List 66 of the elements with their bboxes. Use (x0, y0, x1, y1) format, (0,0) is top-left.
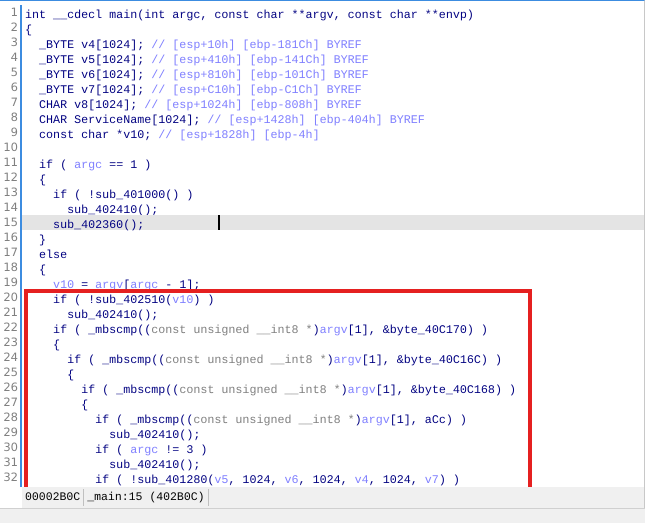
code-line: if ( _mbscmp((const unsigned __int8 *)argv[1], &byte_40C168) ) (80, 383, 516, 397)
line-number: 15 (2, 215, 19, 230)
line-number: 29 (2, 425, 19, 440)
line-number: 30 (2, 440, 19, 455)
line-number: 1 (10, 5, 19, 20)
code-line: CHAR v8[1024]; // [esp+1024h] [ebp-808h] BYREF (38, 98, 362, 112)
line-number: 5 (10, 65, 19, 80)
line-number: 18 (2, 260, 19, 275)
text-cursor (218, 215, 220, 230)
code-line: if ( _mbscmp((const unsigned __int8 *)argv[1], &byte_40C170) ) (52, 323, 488, 337)
code-line: sub_402410(); (66, 308, 158, 322)
code-line: { (52, 338, 60, 352)
line-number: 14 (2, 200, 19, 215)
line-number: 28 (2, 410, 19, 425)
line-number: 32 (2, 470, 19, 485)
code-line: _BYTE v4[1024]; // [esp+10h] [ebp-181Ch] BYREF (38, 38, 362, 52)
code-line: CHAR ServiceName[1024]; // [esp+1428h] [ebp-404h] BYREF (38, 113, 425, 127)
line-number: 17 (2, 245, 19, 260)
line-number: 8 (10, 110, 19, 125)
line-number: 4 (10, 50, 19, 65)
line-number: 26 (2, 380, 19, 395)
code-line: { (38, 173, 46, 187)
line-number: 19 (2, 275, 19, 290)
line-number: 21 (2, 305, 19, 320)
code-line: { (66, 368, 74, 382)
code-line: } (38, 233, 46, 247)
code-line: else (38, 248, 68, 262)
code-line: int __cdecl main(int argc, const char **argv, const char **envp) (25, 8, 474, 22)
line-number: 20 (2, 290, 19, 305)
line-number: 3 (10, 35, 19, 50)
code-line: sub_402360(); (52, 218, 144, 232)
code-line: _BYTE v5[1024]; // [esp+410h] [ebp-141Ch] BYREF (38, 53, 369, 67)
address-label: 00002B0C (22, 489, 84, 506)
code-line: if ( _mbscmp((const unsigned __int8 *)argv[1], aCc) ) (94, 413, 467, 427)
line-number: 6 (10, 80, 19, 95)
line-number: 7 (10, 95, 19, 110)
code-line: if ( _mbscmp((const unsigned __int8 *)argv[1], &byte_40C16C) ) (66, 353, 502, 367)
code-line: sub_402410(); (108, 458, 200, 472)
line-number: 11 (2, 155, 19, 170)
code-line: sub_402410(); (66, 203, 158, 217)
line-number: 13 (2, 185, 19, 200)
code-line: if ( !sub_401280(v5, 1024, v6, 1024, v4, 1024, v7) ) (94, 473, 460, 487)
code-line: _BYTE v6[1024]; // [esp+810h] [ebp-101Ch] BYREF (38, 68, 369, 82)
code-line: { (25, 23, 32, 37)
code-line: if ( argc != 3 ) (94, 443, 208, 457)
code-line: _BYTE v7[1024]; // [esp+C10h] [ebp-C1Ch] BYREF (38, 83, 362, 97)
line-number: 31 (2, 455, 19, 470)
line-number: 25 (2, 365, 19, 380)
line-number: 23 (2, 335, 19, 350)
line-number: 12 (2, 170, 19, 185)
code-editor[interactable] (0, 0, 645, 508)
line-number: 27 (2, 395, 19, 410)
line-number: 22 (2, 320, 19, 335)
code-line: { (80, 398, 88, 412)
code-line: if ( !sub_401000() ) (52, 188, 194, 202)
code-line: sub_402410(); (108, 428, 200, 442)
location-label: _main:15 (402B0C) (84, 489, 209, 506)
line-number: 10 (2, 140, 19, 155)
line-number: 16 (2, 230, 19, 245)
code-line: { (38, 263, 46, 277)
line-number: 24 (2, 350, 19, 365)
code-line: const char *v10; // [esp+1828h] [ebp-4h] (38, 128, 320, 142)
line-number: 9 (10, 125, 19, 140)
code-line: if ( !sub_402510(v10) ) (52, 293, 214, 307)
line-number: 2 (10, 20, 19, 35)
code-line: if ( argc == 1 ) (38, 158, 152, 172)
